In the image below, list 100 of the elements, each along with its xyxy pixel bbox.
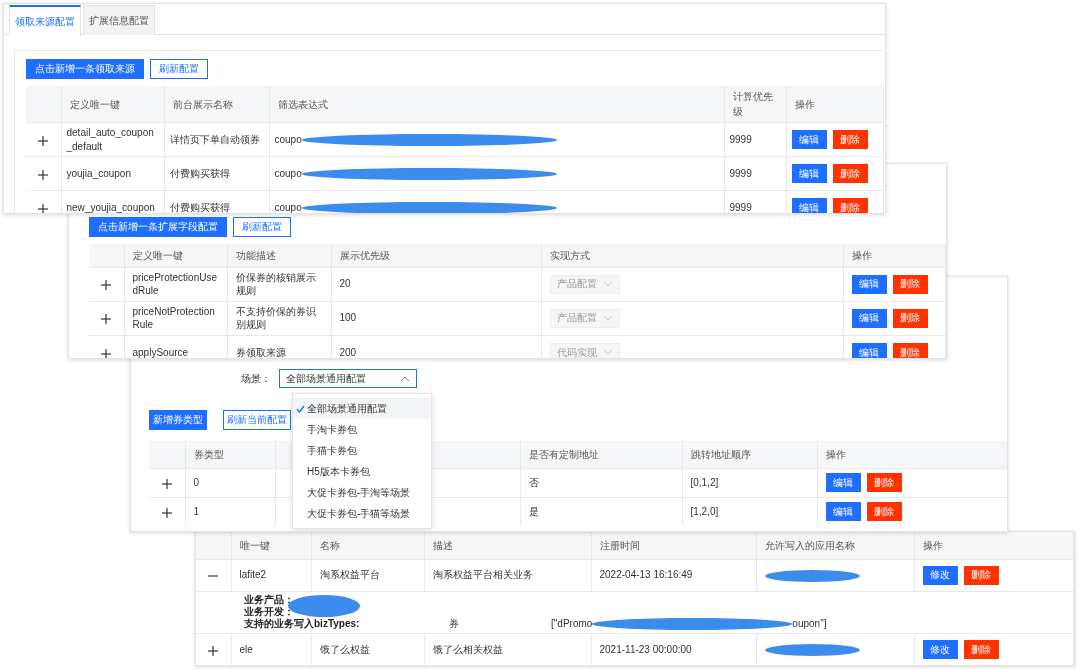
delete-button[interactable]: 删除 [892,342,928,358]
plus-icon [37,168,50,181]
plus-icon [37,134,50,147]
column-header: 定义唯一键 [61,86,164,123]
table-cell-text: 9999 [729,133,752,145]
detail-label: 业务开发： [244,606,294,618]
column-header: 计算优先级 [724,86,786,123]
plus-icon [160,477,173,490]
scene-select[interactable]: 全部场景通用配置 [279,369,417,388]
expand-toggle[interactable] [37,201,50,213]
detail-label: 业务产品： [244,594,294,606]
expand-toggle[interactable] [37,133,50,146]
edit-button[interactable]: 修改 [922,639,958,659]
dropdown-item[interactable]: 大促卡券包-手淘等场景 [293,482,431,503]
column-header: 操作 [914,532,1073,559]
expand-toggle[interactable] [100,278,113,290]
detail-value: ["dPromo [551,618,593,630]
expand-toggle[interactable] [160,476,173,489]
table-cell-text: 淘系权益平台相关业务 [432,569,533,581]
expand-toggle[interactable] [160,505,173,518]
delete-button[interactable]: 删除 [963,565,999,585]
chevron-down-icon [602,349,613,356]
delete-button[interactable]: 删除 [866,473,902,492]
column-header: 允许写入的应用名称 [756,532,914,559]
column-header: 券类型 [185,441,275,468]
plus-icon [100,313,113,326]
column-header: 展示优先级 [331,244,541,267]
column-header: 是否有定制地址 [520,441,682,468]
table-cell-text: [0,1,2] [690,476,719,488]
edit-button[interactable]: 编辑 [851,274,887,294]
table-cell-text: youjia_coupon [66,167,131,179]
refresh-button[interactable]: 刷新当前配置 [223,410,291,430]
edit-button[interactable]: 编辑 [791,164,827,183]
plus-icon [100,347,113,358]
add-button[interactable]: 新增券类型 [149,410,207,430]
column-header: 筛选表达式 [269,86,724,123]
table-cell-text: 100 [339,312,357,324]
expand-toggle[interactable] [207,643,220,656]
edit-button[interactable]: 编辑 [825,473,861,492]
delete-button[interactable]: 删除 [832,164,868,183]
table-cell-text: 淘系权益平台 [319,569,380,581]
refresh-button[interactable]: 刷新配置 [233,217,291,237]
table-cell-text: 付费购买获得 [169,167,230,179]
table-cell-text: new_youjia_coupon [66,202,155,213]
edit-button[interactable]: 修改 [922,565,958,585]
table-cell-text: 2022-04-13 16:16:49 [599,569,693,581]
field-label: 场景： [240,372,271,386]
table-cell-text: 详情页下单自动领券 [169,133,260,145]
table-cell-text: priceNotProtectionRule [132,305,215,330]
dropdown-item[interactable]: 大促卡券包-手猫等场景 [293,503,431,524]
edit-button[interactable]: 编辑 [851,308,887,328]
table-cell-text: detail_auto_coupon_default [66,127,154,152]
plus-icon [207,644,220,657]
detail-label: 支持的业务写入bizTypes: [244,618,361,630]
column-header: 实现方式 [541,244,843,267]
expand-toggle[interactable] [37,167,50,180]
expand-toggle[interactable] [100,312,113,324]
table-cell-text: coupo [274,167,302,179]
dropdown-item[interactable]: 手淘卡券包 [293,419,431,440]
table-cell-text: 是 [528,506,539,517]
tab[interactable]: 扩展信息配置 [83,5,155,35]
table-cell-text: [1,2,0] [690,506,719,517]
detail-value: oupon"] [792,618,827,630]
column-header: 定义唯一键 [124,244,227,267]
delete-button[interactable]: 删除 [892,308,928,328]
edit-button[interactable]: 编辑 [791,198,827,213]
table-cell-text: 付费购买获得 [169,202,230,213]
column-header: 名称 [311,532,424,559]
edit-button[interactable]: 编辑 [851,342,887,358]
check-icon [296,404,305,413]
delete-button[interactable]: 删除 [963,639,999,659]
table-cell-text: 9999 [729,202,752,213]
column-header: 注册时间 [591,532,756,559]
table-cell-text: 20 [339,278,351,290]
edit-button[interactable]: 编辑 [791,130,827,149]
table-cell-text: 券领取来源 [235,346,286,358]
refresh-button[interactable]: 刷新配置 [150,59,208,79]
chevron-down-icon [602,281,613,287]
table-cell-text: 200 [339,346,357,358]
dropdown-item[interactable]: H5版本卡券包 [293,461,431,482]
edit-button[interactable]: 编辑 [825,502,861,522]
add-button[interactable]: 点击新增一条扩展字段配置 [89,217,227,237]
column-header: 操作 [843,244,945,267]
delete-button[interactable]: 删除 [866,502,902,522]
table-cell-text: 不支持价保的券识别规则 [235,305,316,330]
table-cell-text: 9999 [729,167,752,179]
column-header: 唯一键 [231,532,311,559]
add-button[interactable]: 点击新增一条领取来源 [26,59,144,79]
column-header: 操作 [786,86,883,123]
tab[interactable]: 领取来源配置 [9,5,81,36]
table-cell-text: 2021-11-23 00:00:00 [599,643,692,655]
table-cell-text: 饿了么相关权益 [432,643,503,655]
expand-toggle[interactable] [100,346,113,358]
table-cell-text: 0 [193,476,200,488]
plus-icon [160,507,173,520]
delete-button[interactable]: 删除 [832,130,868,149]
delete-button[interactable]: 删除 [892,274,928,294]
delete-button[interactable]: 删除 [832,198,868,213]
chevron-down-icon [602,315,613,321]
dropdown-item[interactable]: 全部场景通用配置 [293,398,431,419]
